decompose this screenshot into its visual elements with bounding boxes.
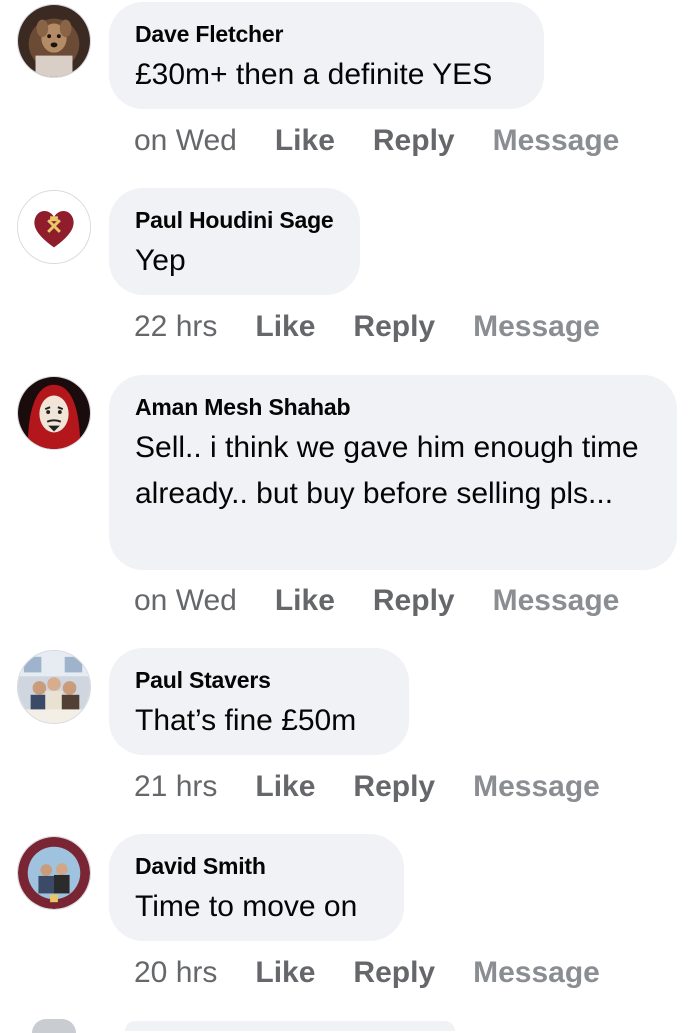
comment-text: £30m+ then a definite YES [135,58,493,91]
comment-text: Time to move on [135,890,358,923]
like-button[interactable]: Like [255,956,315,990]
reply-button[interactable]: Reply [373,124,455,158]
message-button[interactable]: Message [493,584,620,618]
like-button[interactable]: Like [255,770,315,804]
comment-actions: 20 hrs Like Reply Message [134,956,600,990]
comment-bubble: Dave Fletcher £30m+ then a definite YES [109,2,544,109]
group-photo-avatar[interactable] [17,650,91,724]
comment-timestamp[interactable]: on Wed [134,584,237,618]
comment-actions: on Wed Like Reply Message [134,584,619,618]
comment-author[interactable]: Paul Stavers [135,666,383,694]
mask-avatar[interactable] [17,376,91,450]
comment-author[interactable]: Paul Houdini Sage [135,206,334,234]
like-button[interactable]: Like [275,584,335,618]
comment-author[interactable]: Aman Mesh Shahab [135,393,651,421]
comment-timestamp[interactable]: 21 hrs [134,770,217,804]
next-comment-avatar [32,1019,76,1033]
like-button[interactable]: Like [275,124,335,158]
dog-photo-avatar[interactable] [17,4,91,78]
reply-button[interactable]: Reply [353,310,435,344]
comment-bubble: Paul Houdini Sage Yep [109,188,360,295]
comment-bubble: Aman Mesh Shahab Sell.. i think we gave … [109,375,677,570]
message-button[interactable]: Message [493,124,620,158]
comment-bubble: David Smith Time to move on [109,834,404,941]
comment-text: Yep [135,244,186,277]
heart-crest-avatar[interactable] [17,190,91,264]
comment-text: That’s fine £50m [135,704,357,737]
comment-timestamp[interactable]: 22 hrs [134,310,217,344]
comment-timestamp[interactable]: 20 hrs [134,956,217,990]
comment-actions: 22 hrs Like Reply Message [134,310,600,344]
comment-text: Sell.. i think we gave him enough time a… [135,431,639,510]
comment-timestamp[interactable]: on Wed [134,124,237,158]
reply-button[interactable]: Reply [353,770,435,804]
comment-author[interactable]: David Smith [135,852,378,880]
comment-bubble: Paul Stavers That’s fine £50m [109,648,409,755]
comment-actions: on Wed Like Reply Message [134,124,619,158]
like-button[interactable]: Like [255,310,315,344]
club-badge-photo-avatar[interactable] [17,836,91,910]
reply-button[interactable]: Reply [373,584,455,618]
comment-author[interactable]: Dave Fletcher [135,20,518,48]
message-button[interactable]: Message [473,770,600,804]
message-button[interactable]: Message [473,310,600,344]
next-comment-bubble [125,1021,455,1031]
message-button[interactable]: Message [473,956,600,990]
reply-button[interactable]: Reply [353,956,435,990]
comment-actions: 21 hrs Like Reply Message [134,770,600,804]
